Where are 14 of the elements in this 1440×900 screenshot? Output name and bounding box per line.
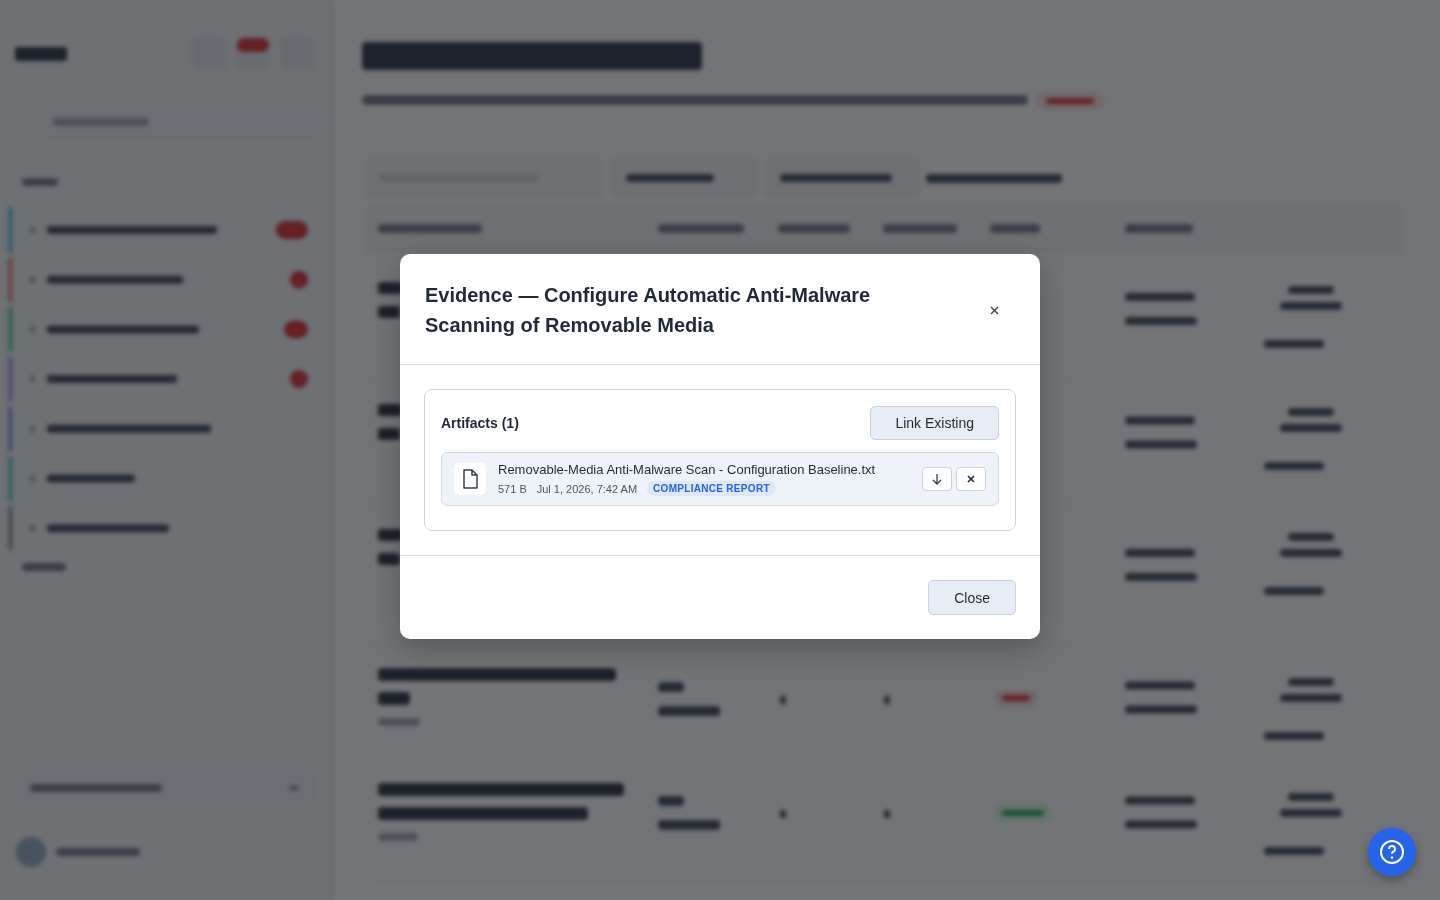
file-icon bbox=[462, 469, 478, 489]
section-title: Artifacts (1) bbox=[441, 415, 519, 431]
file-date: Jul 1, 2026, 7:42 AM bbox=[536, 482, 638, 495]
close-button[interactable]: Close bbox=[928, 580, 1016, 615]
link-existing-button[interactable]: Link Existing bbox=[870, 406, 999, 440]
download-icon bbox=[932, 473, 942, 485]
dialog-title: Evidence — Configure Automatic Anti-Malware Scanning of Removable Media bbox=[425, 283, 872, 338]
help-icon bbox=[1379, 839, 1405, 865]
type-tag: COMPLIANCE REPORT bbox=[647, 481, 776, 496]
download-button[interactable] bbox=[922, 467, 952, 491]
remove-button[interactable] bbox=[956, 467, 986, 491]
file-name: Removable-Media Anti-Malware Scan - Configuration Baseline.txt bbox=[498, 462, 876, 477]
file-size: 571 B bbox=[498, 482, 527, 495]
close-icon bbox=[967, 475, 975, 483]
